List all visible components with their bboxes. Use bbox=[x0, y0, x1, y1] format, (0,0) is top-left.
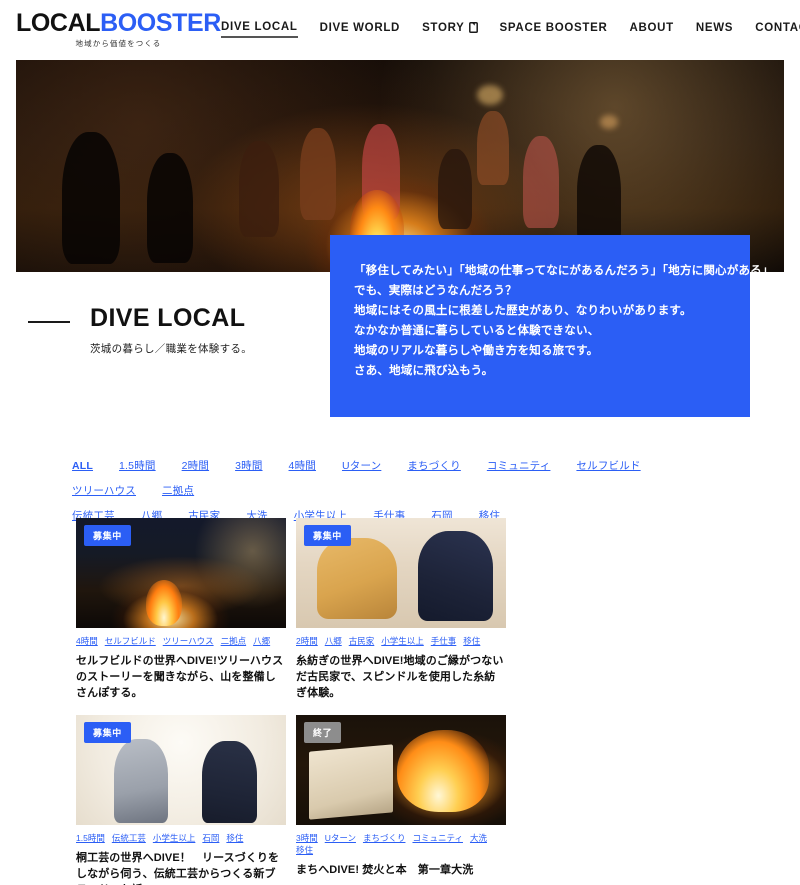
card-tag[interactable]: 移住 bbox=[226, 832, 243, 844]
card-description: まちへDIVE! 焚火と本 第一章大洗 bbox=[296, 864, 474, 876]
card-tag[interactable]: 1.5時間 bbox=[76, 832, 105, 844]
logo-text-booster: BOOSTER bbox=[100, 8, 221, 37]
card-image-wrapper: 募集中 bbox=[76, 715, 286, 825]
nav-label-about: ABOUT bbox=[629, 21, 674, 34]
nav-label-dive-local: DIVE LOCAL bbox=[220, 20, 298, 33]
intro-line-6: さあ、地域に飛び込もう。 bbox=[354, 365, 494, 377]
card-tag[interactable]: 小学生以上 bbox=[153, 832, 196, 844]
card-tag[interactable]: 大洗 bbox=[470, 832, 487, 844]
card-image-wrapper: 募集中 bbox=[76, 518, 286, 628]
card-tag[interactable]: 移住 bbox=[463, 635, 480, 647]
card-description: 糸紡ぎの世界へDIVE!地域のご縁がつないだ古民家で、スピンドルを使用した糸紡ぎ… bbox=[296, 655, 504, 699]
logo-wordmark: LOCALBOOSTER bbox=[16, 8, 221, 37]
card-tag[interactable]: 八郷 bbox=[325, 635, 342, 647]
nav-label-story: STORY bbox=[422, 21, 465, 34]
card-tag[interactable]: 八郷 bbox=[253, 635, 270, 647]
intro-callout: 「移住してみたい」「地域の仕事ってなにがあるんだろう」「地方に関心がある」 でも… bbox=[330, 235, 774, 417]
external-link-icon bbox=[468, 22, 478, 33]
card-tag[interactable]: 石岡 bbox=[202, 832, 219, 844]
card-tag[interactable]: 2時間 bbox=[296, 635, 318, 647]
status-badge: 募集中 bbox=[304, 525, 351, 546]
nav-item-about[interactable]: ABOUT bbox=[629, 22, 673, 37]
nav-label-dive-world: DIVE WORLD bbox=[319, 21, 401, 34]
nav-item-dive-local[interactable]: DIVE LOCAL bbox=[220, 20, 298, 38]
filter-2h[interactable]: 2時間 bbox=[182, 458, 209, 473]
card-tag[interactable]: 3時間 bbox=[296, 832, 318, 844]
page-subtitle: 茨城の暮らし／職業を体験する。 bbox=[90, 342, 252, 355]
intro-line-2: でも、実際はどうなんだろう？ bbox=[354, 285, 517, 297]
site-header: LOCALBOOSTER 地域から価値をつくる DIVE LOCAL DIVE … bbox=[0, 0, 800, 58]
filter-4h[interactable]: 4時間 bbox=[289, 458, 316, 473]
program-card[interactable]: 募集中 1.5時間 伝統工芸 小学生以上 石岡 移住 桐工芸の世界へDIVE！ … bbox=[76, 715, 286, 885]
intro-line-4: なかなか普通に暮らしていると体験できない、 bbox=[354, 325, 600, 337]
filter-selfbuild[interactable]: セルフビルド bbox=[576, 458, 640, 473]
nav-item-news[interactable]: NEWS bbox=[696, 22, 733, 37]
card-tag[interactable]: 二拠点 bbox=[221, 635, 247, 647]
card-tag[interactable]: 古民家 bbox=[349, 635, 375, 647]
status-badge: 募集中 bbox=[84, 525, 131, 546]
nav-item-space-booster[interactable]: SPACE BOOSTER bbox=[500, 22, 608, 37]
card-tag[interactable]: 移住 bbox=[296, 844, 313, 856]
section-heading-block: DIVE LOCAL 茨城の暮らし／職業を体験する。 bbox=[28, 304, 252, 356]
card-image-wrapper: 終了 bbox=[296, 715, 506, 825]
heading-rule bbox=[28, 321, 70, 323]
card-image-wrapper: 募集中 bbox=[296, 518, 506, 628]
site-logo[interactable]: LOCALBOOSTER 地域から価値をつくる bbox=[16, 8, 221, 48]
nav-label-contact: CONTACT bbox=[755, 21, 800, 34]
intro-line-3: 地域にはその風土に根差した歴史があり、なりわいがあります。 bbox=[354, 305, 692, 317]
nav-item-contact[interactable]: CONTACT bbox=[755, 22, 800, 37]
card-tag[interactable]: 4時間 bbox=[76, 635, 98, 647]
main-navigation: DIVE LOCAL DIVE WORLD STORY SPACE BOOSTE… bbox=[220, 20, 800, 38]
card-tag[interactable]: 小学生以上 bbox=[381, 635, 424, 647]
nav-label-news: NEWS bbox=[695, 21, 734, 34]
program-card-grid: 募集中 4時間 セルフビルド ツリーハウス 二拠点 八郷 セルフビルドの世界へD… bbox=[76, 518, 724, 885]
filter-nikyoten[interactable]: 二拠点 bbox=[162, 483, 194, 498]
card-tag[interactable]: セルフビルド bbox=[105, 635, 156, 647]
card-description: 桐工芸の世界へDIVE！ リースづくりをしながら伺う、伝統工芸からつくる新ブラン… bbox=[76, 852, 280, 885]
program-card[interactable]: 募集中 4時間 セルフビルド ツリーハウス 二拠点 八郷 セルフビルドの世界へD… bbox=[76, 518, 286, 701]
filter-3h[interactable]: 3時間 bbox=[235, 458, 262, 473]
intro-line-1: 「移住してみたい」「地域の仕事ってなにがあるんだろう」「地方に関心がある」 bbox=[354, 265, 774, 277]
card-tag-list: 2時間 八郷 古民家 小学生以上 手仕事 移住 bbox=[296, 635, 506, 647]
logo-tagline: 地域から価値をつくる bbox=[75, 38, 162, 48]
card-description: セルフビルドの世界へDIVE!ツリーハウスのストーリーを聞きながら、山を整備しさ… bbox=[76, 655, 284, 699]
page-title: DIVE LOCAL bbox=[90, 304, 246, 332]
card-tag-list: 4時間 セルフビルド ツリーハウス 二拠点 八郷 bbox=[76, 635, 286, 647]
card-tag-list: 3時間 Uターン まちづくり コミュニティ 大洗 移住 bbox=[296, 832, 506, 856]
filter-treehouse[interactable]: ツリーハウス bbox=[72, 483, 136, 498]
status-badge: 募集中 bbox=[84, 722, 131, 743]
filter-1-5h[interactable]: 1.5時間 bbox=[119, 458, 156, 473]
program-card[interactable]: 募集中 2時間 八郷 古民家 小学生以上 手仕事 移住 糸紡ぎの世界へDIVE!… bbox=[296, 518, 506, 701]
card-tag[interactable]: ツリーハウス bbox=[163, 635, 214, 647]
nav-item-dive-world[interactable]: DIVE WORLD bbox=[320, 22, 400, 37]
intro-line-5: 地域のリアルな暮らしや働き方を知る旅です。 bbox=[354, 345, 599, 357]
program-card[interactable]: 終了 3時間 Uターン まちづくり コミュニティ 大洗 移住 まちへDIVE! … bbox=[296, 715, 506, 885]
card-tag[interactable]: Uターン bbox=[325, 832, 356, 844]
page-root: LOCALBOOSTER 地域から価値をつくる DIVE LOCAL DIVE … bbox=[0, 0, 800, 885]
card-tag[interactable]: 伝統工芸 bbox=[112, 832, 146, 844]
filter-row-1: ALL 1.5時間 2時間 3時間 4時間 Uターン まちづくり コミュニティ … bbox=[72, 458, 732, 508]
filter-all[interactable]: ALL bbox=[72, 460, 93, 472]
card-tag[interactable]: コミュニティ bbox=[412, 832, 463, 844]
logo-text-local: LOCAL bbox=[16, 8, 101, 37]
card-tag[interactable]: まちづくり bbox=[363, 832, 406, 844]
nav-item-story[interactable]: STORY bbox=[422, 21, 478, 37]
card-tag[interactable]: 手仕事 bbox=[431, 635, 457, 647]
filter-machizukuri[interactable]: まちづくり bbox=[407, 458, 461, 473]
filter-community[interactable]: コミュニティ bbox=[487, 458, 551, 473]
nav-label-space-booster: SPACE BOOSTER bbox=[499, 21, 608, 34]
status-badge: 終了 bbox=[304, 722, 342, 743]
card-tag-list: 1.5時間 伝統工芸 小学生以上 石岡 移住 bbox=[76, 832, 286, 844]
filter-uturn[interactable]: Uターン bbox=[342, 458, 381, 473]
